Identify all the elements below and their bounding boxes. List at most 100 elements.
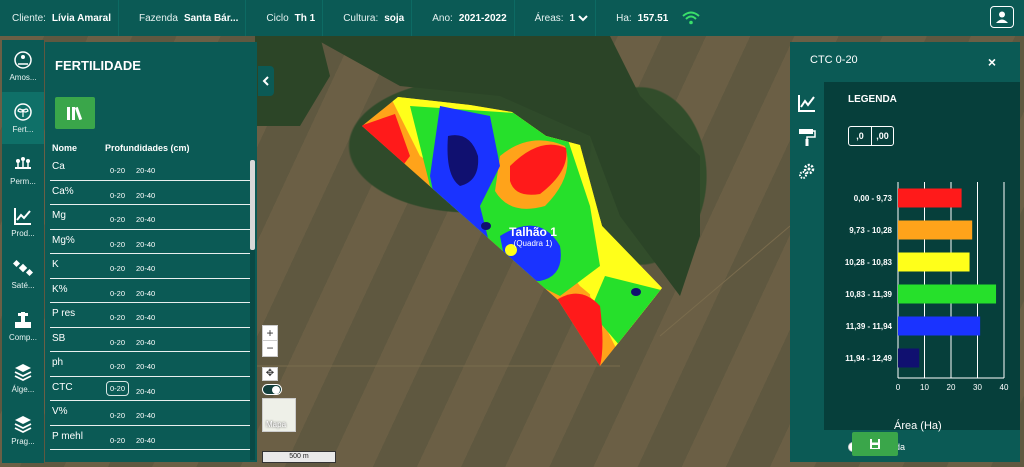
zoom-in-button[interactable]: +	[263, 326, 277, 341]
rail-item-satelite[interactable]: Saté...	[2, 248, 44, 300]
collapse-panel-button[interactable]	[258, 66, 274, 96]
depth-20-40-option[interactable]: 20-40	[136, 215, 155, 224]
hectares-display: Ha: 157.51	[604, 0, 716, 36]
nutrient-name: ph	[52, 357, 64, 368]
depth-20-40-option[interactable]: 20-40	[136, 191, 155, 200]
farm-selector[interactable]: Fazenda Santa Bár...	[127, 0, 254, 36]
farm-name: Santa Bár...	[183, 12, 239, 24]
crop-name: soja	[384, 12, 405, 24]
rail-item-algebra[interactable]: Álge...	[2, 352, 44, 404]
depth-0-20-option[interactable]: 0-20	[110, 215, 125, 224]
gear-icon	[799, 163, 815, 179]
column-header-depths: Profundidades (cm)	[105, 143, 190, 153]
rail-item-permanentes[interactable]: Perm...	[2, 144, 44, 196]
bar	[898, 348, 920, 368]
decrease-decimals-button[interactable]: ,0	[849, 127, 871, 145]
x-tick-label: 40	[1000, 383, 1009, 392]
line-chart-icon	[798, 95, 815, 112]
compaction-icon	[15, 312, 31, 328]
rail-item-produtividade[interactable]: Prod...	[2, 196, 44, 248]
depth-0-20-option[interactable]: 0-20	[110, 313, 125, 322]
paint-tab[interactable]	[790, 120, 824, 154]
decimal-buttons: ,0 ,00	[848, 126, 894, 146]
rail-item-compactacao[interactable]: Comp...	[2, 300, 44, 352]
depth-20-40-option[interactable]: 20-40	[136, 436, 155, 445]
cycle-name: Th 1	[294, 12, 316, 24]
depth-0-20-option[interactable]: 0-20	[110, 362, 125, 371]
settings-tab[interactable]	[790, 154, 824, 188]
module-rail: Amos... Fert... Perm... Prod... Saté... …	[2, 40, 44, 463]
scale-bar: 500 m	[262, 451, 336, 463]
nutrient-row: V% 0-20 20-40	[50, 401, 250, 426]
rail-item-amostragem[interactable]: Amos...	[2, 40, 44, 92]
client-selector[interactable]: Cliente: Lívia Amaral	[0, 0, 127, 36]
nutrient-name: SB	[52, 332, 66, 344]
nutrient-name: V%	[52, 406, 68, 417]
user-button[interactable]	[990, 6, 1014, 28]
depth-20-40-option[interactable]: 20-40	[136, 313, 155, 322]
depth-20-40-option[interactable]: 20-40	[136, 411, 155, 420]
field-label: Talhão 1	[509, 225, 557, 239]
nutrient-name: K%	[52, 283, 68, 295]
nutrient-name: Ca	[52, 161, 65, 172]
chevron-down-icon	[578, 15, 588, 22]
category-label: 10,83 - 11,39	[845, 290, 892, 299]
areas-selector[interactable]: Áreas: 1	[523, 0, 604, 36]
paint-roller-icon	[799, 129, 816, 146]
basemap-label: Mapa	[266, 420, 287, 429]
depth-0-20-option[interactable]: 0-20	[110, 166, 125, 175]
depth-20-40-option[interactable]: 20-40	[136, 289, 155, 298]
depth-0-20-option[interactable]: 0-20	[110, 436, 125, 445]
zoom-out-button[interactable]: −	[263, 341, 277, 356]
category-label: 11,94 - 12,49	[845, 354, 892, 363]
nutrient-name: P mehl	[52, 430, 83, 442]
nutrient-row: P res 0-20 20-40	[50, 303, 250, 328]
areas-value: 1	[569, 12, 576, 24]
nutrient-row: SB 0-20 20-40	[50, 328, 250, 352]
cycle-selector[interactable]: Ciclo Th 1	[254, 0, 331, 36]
x-tick-label: 10	[920, 383, 929, 392]
nutrient-name: K	[52, 259, 59, 270]
depth-0-20-option[interactable]: 0-20	[110, 240, 125, 249]
nutrient-row: CTC 0-20 20-40	[50, 377, 250, 401]
panel-scrollbar[interactable]	[250, 160, 255, 460]
year-selector[interactable]: Ano: 2021-2022	[420, 0, 522, 36]
depth-20-40-option[interactable]: 20-40	[136, 240, 155, 249]
nutrient-row: K 0-20 20-40	[50, 254, 250, 279]
rail-item-fertilidade[interactable]: Fert...	[2, 92, 44, 144]
x-tick-label: 20	[947, 383, 956, 392]
depth-0-20-option[interactable]: 0-20	[110, 289, 125, 298]
legend-panel-title: CTC 0-20	[810, 54, 858, 66]
nutrient-list: Ca 0-20 20-40 Ca% 0-20 20-40 Mg 0-20 20-40 Mg% 0-2…	[50, 156, 250, 450]
bar	[898, 220, 973, 240]
depth-0-20-option[interactable]: 0-20	[106, 380, 130, 396]
legend-panel: CTC 0-20 × LEGENDA ,0 ,00 0 10 20 30 40 0,00 …	[790, 42, 1020, 462]
rail-item-pragas[interactable]: Prag...	[2, 404, 44, 456]
depth-20-40-option[interactable]: 20-40	[136, 338, 155, 347]
soil-sample-icon	[14, 51, 32, 69]
nutrient-row: ph 0-20 20-40	[50, 352, 250, 377]
depth-0-20-option[interactable]: 0-20	[110, 264, 125, 273]
legend-tools	[790, 82, 824, 430]
depth-20-40-option[interactable]: 20-40	[136, 387, 155, 396]
basemap-thumbnail[interactable]: Mapa	[262, 398, 296, 432]
increase-decimals-button[interactable]: ,00	[871, 127, 893, 145]
chart-tab[interactable]	[790, 86, 824, 120]
save-button[interactable]	[852, 432, 898, 456]
library-button[interactable]	[55, 97, 95, 129]
productivity-icon	[14, 208, 31, 225]
depth-20-40-option[interactable]: 20-40	[136, 166, 155, 175]
category-label: 9,73 - 10,28	[849, 226, 892, 235]
depth-0-20-option[interactable]: 0-20	[110, 338, 125, 347]
plants-icon	[15, 157, 31, 169]
depth-0-20-option[interactable]: 0-20	[110, 191, 125, 200]
depth-0-20-option[interactable]: 0-20	[110, 411, 125, 420]
x-tick-label: 30	[973, 383, 982, 392]
crop-selector[interactable]: Cultura: soja	[331, 0, 420, 36]
close-button[interactable]: ×	[988, 54, 996, 70]
top-bar: Cliente: Lívia Amaral Fazenda Santa Bár.…	[0, 0, 1024, 36]
map-layer-toggle[interactable]	[262, 384, 282, 395]
depth-20-40-option[interactable]: 20-40	[136, 264, 155, 273]
pan-button[interactable]: ✥	[262, 367, 278, 381]
depth-20-40-option[interactable]: 20-40	[136, 362, 155, 371]
